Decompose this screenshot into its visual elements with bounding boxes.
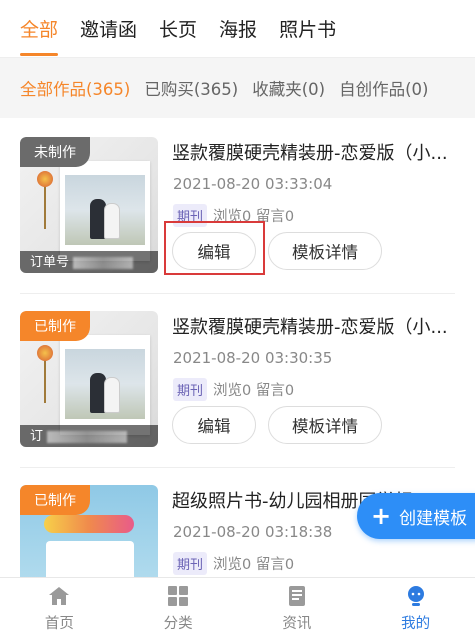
- kids-title-banner: [44, 515, 134, 533]
- tab-all[interactable]: 全部: [20, 0, 59, 58]
- order-label: 订: [30, 429, 44, 444]
- nav-news-label: 资讯: [282, 616, 312, 632]
- nav-news[interactable]: 资讯: [238, 578, 357, 639]
- bottom-nav: 首页 分类 资讯 我的: [0, 577, 475, 639]
- couple-photo: [60, 335, 150, 435]
- nav-profile[interactable]: 我的: [356, 578, 475, 639]
- filter-bar: 全部作品(365) 已购买(365) 收藏夹(0) 自创作品(0): [0, 58, 475, 118]
- flower-decoration: [34, 167, 56, 229]
- work-thumbnail[interactable]: 订单号 未制作: [20, 137, 158, 273]
- work-date: 2021-08-20 03:30:35: [173, 349, 333, 367]
- edit-button-highlight: [164, 221, 265, 275]
- filter-favorites[interactable]: 收藏夹(0): [252, 76, 325, 100]
- home-icon: [49, 587, 70, 605]
- status-badge: 已制作: [20, 485, 90, 515]
- create-template-label: 创建模板: [399, 508, 468, 529]
- kids-photo: [46, 541, 134, 577]
- order-number: 订: [30, 425, 128, 444]
- top-tab-bar: 全部 邀请函 长页 海报 照片书: [0, 0, 475, 58]
- work-meta: 期刊 浏览0 留言0: [173, 552, 294, 575]
- tab-poster[interactable]: 海报: [219, 0, 257, 58]
- tab-invitation[interactable]: 邀请函: [80, 0, 137, 58]
- work-thumbnail[interactable]: 已制作: [20, 485, 158, 577]
- order-number-blurred: [73, 256, 134, 269]
- work-meta: 期刊 浏览0 留言0: [173, 378, 294, 401]
- flower-decoration: [34, 341, 56, 403]
- work-date: 2021-08-20 03:33:04: [173, 175, 333, 193]
- nav-category[interactable]: 分类: [119, 578, 238, 639]
- category-tag: 期刊: [173, 378, 208, 401]
- status-badge: 未制作: [20, 137, 90, 167]
- profile-icon: [407, 586, 424, 606]
- app-root: 全部 邀请函 长页 海报 照片书 全部作品(365) 已购买(365) 收藏夹(…: [0, 0, 475, 639]
- filter-self-created[interactable]: 自创作品(0): [339, 76, 428, 100]
- template-detail-button[interactable]: 模板详情: [268, 406, 382, 444]
- nav-category-label: 分类: [163, 616, 193, 632]
- tab-photo-book[interactable]: 照片书: [279, 0, 336, 58]
- work-thumbnail[interactable]: 订 已制作: [20, 311, 158, 447]
- nav-home[interactable]: 首页: [0, 578, 119, 639]
- work-title[interactable]: 竖款覆膜硬壳精装册-恋爱版（小...: [172, 313, 462, 339]
- status-badge: 已制作: [20, 311, 90, 341]
- view-comment-stats: 浏览0 留言0: [213, 383, 295, 399]
- work-title[interactable]: 竖款覆膜硬壳精装册-恋爱版（小...: [172, 139, 462, 165]
- view-comment-stats: 浏览0 留言0: [213, 557, 295, 573]
- create-template-button[interactable]: + 创建模板: [357, 493, 475, 539]
- couple-photo: [60, 161, 150, 261]
- work-date: 2021-08-20 03:18:38: [173, 523, 333, 541]
- order-label: 订单号: [30, 255, 70, 270]
- edit-button[interactable]: 编辑: [172, 406, 256, 444]
- filter-purchased[interactable]: 已购买(365): [144, 76, 238, 100]
- nav-home-label: 首页: [44, 616, 74, 632]
- nav-profile-label: 我的: [401, 616, 431, 632]
- filter-all-works[interactable]: 全部作品(365): [20, 76, 130, 100]
- work-card[interactable]: 订 已制作 竖款覆膜硬壳精装册-恋爱版（小... 2021-08-20 03:3…: [0, 292, 475, 468]
- news-icon: [288, 586, 305, 606]
- template-detail-button[interactable]: 模板详情: [268, 232, 382, 270]
- category-tag: 期刊: [173, 552, 208, 575]
- plus-icon: +: [371, 502, 392, 530]
- grid-icon: [168, 586, 189, 606]
- order-number: 订单号: [30, 251, 134, 270]
- tab-long-page[interactable]: 长页: [159, 0, 197, 58]
- order-number-blurred: [47, 430, 128, 443]
